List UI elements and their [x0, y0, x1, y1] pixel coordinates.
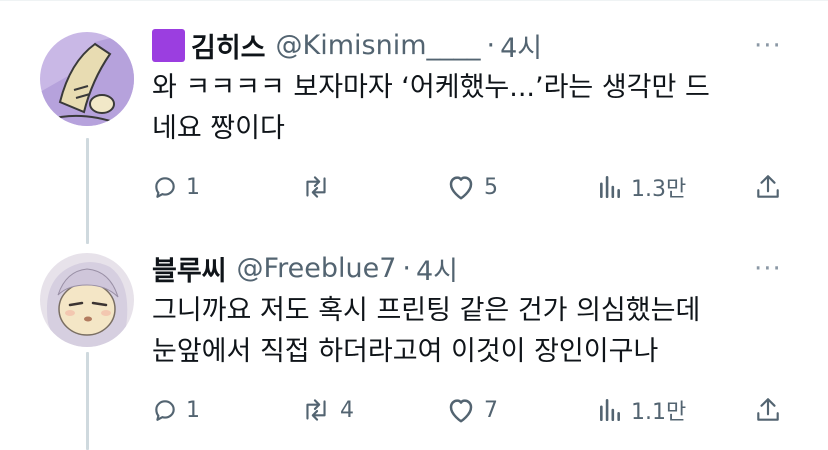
timestamp[interactable]: 4시: [416, 249, 458, 288]
reply-icon: [155, 400, 175, 421]
user-handle[interactable]: @Freeblue7: [237, 253, 397, 284]
reply-text-line: 네요 짱이다: [152, 113, 285, 144]
reply-button[interactable]: 1: [152, 395, 200, 425]
share-icon: [757, 398, 779, 421]
share-button[interactable]: [755, 395, 781, 425]
views-icon: [600, 175, 620, 199]
reply-header: 김히스 @Kimisnim____ · 4시: [152, 26, 542, 64]
view-count: 1.3만: [631, 177, 687, 202]
avatar[interactable]: [40, 32, 134, 126]
heart-icon: [449, 176, 473, 200]
more-icon[interactable]: ···: [754, 256, 782, 282]
reply-count: 1: [186, 174, 200, 200]
reply-text-line: 그니까요 저도 혹시 프린팅 같은 건가 의심했는데: [152, 295, 701, 326]
reply-text: 그니까요 저도 혹시 프린팅 같은 건가 의심했는데 눈앞에서 직접 하더라고여…: [152, 290, 782, 372]
views-button[interactable]: 1.3만: [597, 172, 686, 202]
thread-line: [86, 352, 89, 450]
view-count: 1.1만: [631, 400, 687, 425]
views-icon: [600, 398, 620, 422]
retweet-icon: [306, 399, 326, 421]
timestamp[interactable]: 4시: [500, 26, 542, 65]
reply-count: 1: [186, 397, 200, 423]
separator-dot: ·: [402, 252, 411, 284]
like-count: 5: [484, 174, 498, 200]
share-icon: [757, 175, 779, 198]
reply-header: 블루씨 @Freeblue7 · 4시: [152, 249, 458, 287]
reply-text-line: 와 ㅋㅋㅋㅋ 보자마자 ‘어케했누...’라는 생각만 드: [152, 72, 710, 103]
share-button[interactable]: [755, 172, 781, 202]
user-handle[interactable]: @Kimisnim____: [276, 30, 481, 61]
views-button[interactable]: 1.1만: [597, 395, 686, 425]
reply-icon: [155, 177, 175, 198]
reply-text: 와 ㅋㅋㅋㅋ 보자마자 ‘어케했누...’라는 생각만 드 네요 짱이다: [152, 67, 782, 149]
like-button[interactable]: 5: [446, 172, 498, 202]
retweet-button[interactable]: [300, 172, 340, 202]
display-name[interactable]: 블루씨: [152, 249, 227, 288]
reply-text-line: 눈앞에서 직접 하더라고여 이것이 장인이구나: [152, 336, 659, 367]
like-count: 7: [484, 397, 498, 423]
retweet-icon: [306, 176, 326, 198]
avatar[interactable]: [40, 253, 134, 347]
more-icon[interactable]: ···: [754, 33, 782, 59]
purple-square-emoji: [152, 28, 185, 62]
heart-icon: [449, 399, 473, 423]
retweet-count: 4: [340, 397, 354, 423]
display-name[interactable]: 김히스: [191, 26, 266, 65]
reply-button[interactable]: 1: [152, 172, 200, 202]
retweet-button[interactable]: 4: [300, 395, 354, 425]
separator-dot: ·: [486, 29, 496, 61]
top-divider: [0, 0, 828, 1]
thread-line: [86, 138, 89, 244]
like-button[interactable]: 7: [446, 395, 498, 425]
